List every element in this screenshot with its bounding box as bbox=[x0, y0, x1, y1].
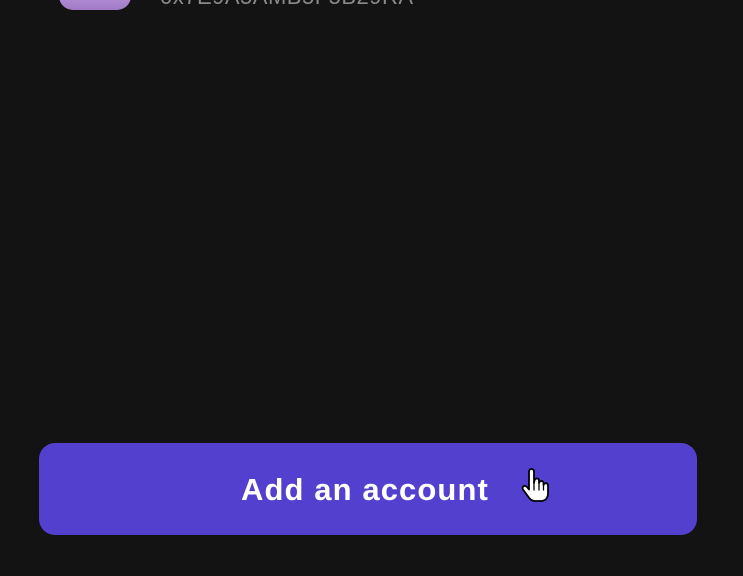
account-row[interactable]: 0x7E9A5AMB5F5B29RA bbox=[0, 0, 743, 20]
hand-pointer-icon bbox=[521, 468, 549, 502]
add-account-label: Add an account bbox=[241, 472, 489, 507]
account-avatar bbox=[59, 0, 131, 10]
account-address: 0x7E9A5AMB5F5B29RA bbox=[160, 0, 414, 10]
add-account-button[interactable]: Add an account bbox=[39, 443, 697, 535]
